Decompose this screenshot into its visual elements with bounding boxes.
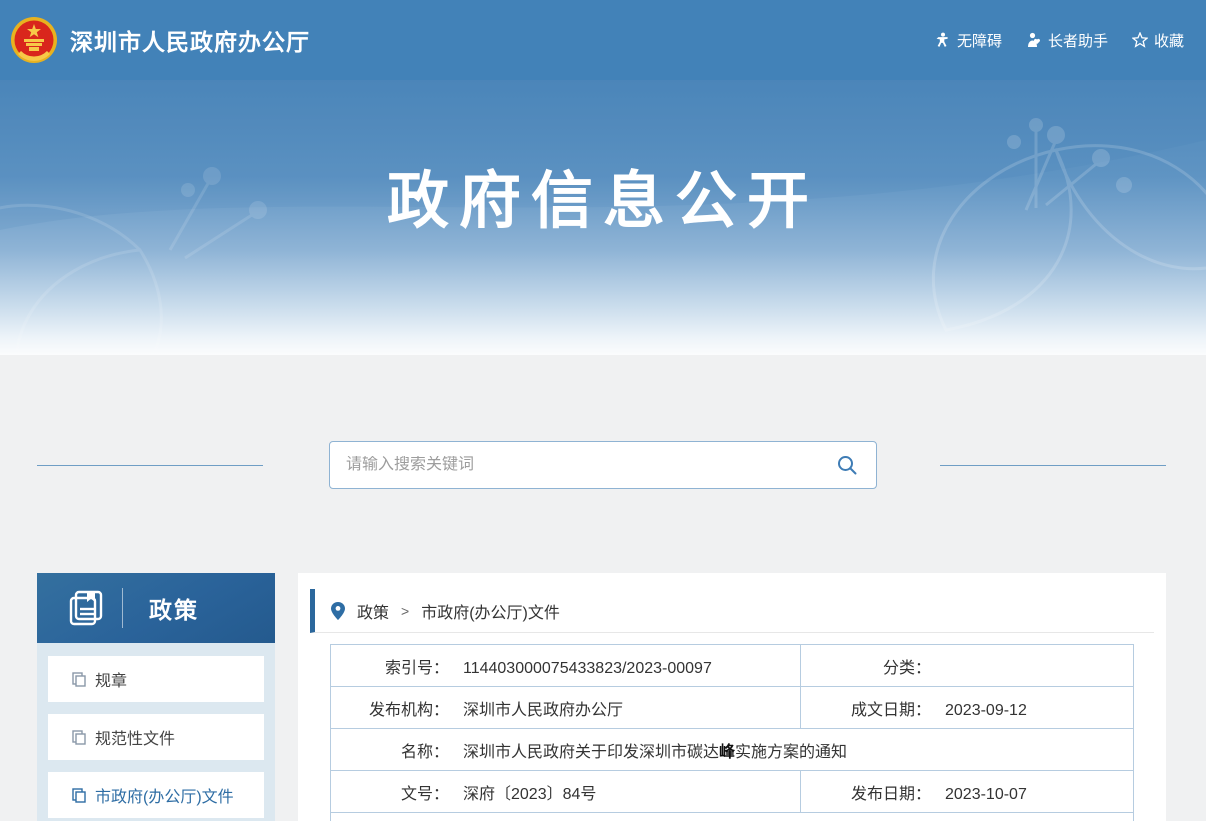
favorite-link-label: 收藏	[1154, 30, 1184, 51]
search-icon	[836, 454, 858, 476]
sidebar-item-normative-documents[interactable]: 规范性文件	[48, 714, 264, 760]
search-button[interactable]	[834, 452, 860, 478]
site-title: 深圳市人民政府办公厅	[70, 23, 310, 57]
document-panel: 政策 > 市政府(办公厅)文件 索引号： 114403000075433823/2…	[298, 573, 1166, 821]
sidebar-menu: 规章 规范性文件 市政府(办公厅)文件	[37, 643, 275, 821]
elder-assistant-icon	[1026, 32, 1042, 48]
sidebar: 政策 规章 规范性文件	[37, 573, 275, 821]
document-metadata-table-wrap: 索引号： 114403000075433823/2023-00097 分类： 发布…	[330, 644, 1134, 821]
date-written-label: 成文日期：	[801, 696, 931, 720]
decorative-line-right	[940, 465, 1166, 466]
table-row: 索引号： 114403000075433823/2023-00097 分类：	[331, 645, 1134, 687]
document-name-cell: 名称： 深圳市人民政府关于印发深圳市碳达峰实施方案的通知	[331, 729, 1134, 771]
table-row: 名称： 深圳市人民政府关于印发深圳市碳达峰实施方案的通知	[331, 729, 1134, 771]
category-cell: 分类：	[801, 645, 1134, 687]
document-icon	[72, 672, 87, 687]
document-number-value: 深府〔2023〕84号	[463, 786, 596, 803]
accessibility-link[interactable]: 无障碍	[935, 30, 1002, 51]
decorative-line-left	[37, 465, 263, 466]
star-icon	[1132, 32, 1148, 48]
breadcrumb: 政策 > 市政府(办公厅)文件	[310, 589, 1154, 633]
breadcrumb-item-policy[interactable]: 政策	[357, 599, 389, 623]
accessibility-icon	[935, 32, 951, 48]
page: 深圳市人民政府办公厅 无障碍 长者助手	[0, 0, 1206, 821]
document-name-label: 名称：	[331, 738, 449, 762]
highlighted-keyword: 峰	[719, 744, 735, 761]
date-published-cell: 发布日期： 2023-10-07	[801, 771, 1134, 813]
document-icon	[72, 788, 87, 803]
sidebar-title: 政策	[149, 591, 199, 625]
issuing-agency-value: 深圳市人民政府办公厅	[463, 702, 623, 719]
issuing-agency-label: 发布机构：	[331, 696, 449, 720]
document-number-cell: 文号： 深府〔2023〕84号	[331, 771, 801, 813]
page-title: 政府信息公开	[0, 80, 1206, 240]
sidebar-item-label: 规范性文件	[95, 725, 175, 749]
sidebar-header-divider	[122, 588, 123, 628]
clipped-row-cell	[331, 813, 1134, 821]
issuing-agency-cell: 发布机构： 深圳市人民政府办公厅	[331, 687, 801, 729]
sidebar-item-regulations[interactable]: 规章	[48, 656, 264, 702]
category-label: 分类：	[801, 654, 931, 678]
document-name-value: 深圳市人民政府关于印发深圳市碳达峰实施方案的通知	[463, 744, 847, 761]
table-row	[331, 813, 1134, 821]
policy-book-icon	[67, 589, 105, 627]
date-published-value: 2023-10-07	[945, 786, 1027, 803]
document-number-label: 文号：	[331, 780, 449, 804]
search-input[interactable]	[346, 456, 834, 474]
document-icon	[72, 730, 87, 745]
table-row: 文号： 深府〔2023〕84号 发布日期： 2023-10-07	[331, 771, 1134, 813]
sidebar-item-municipal-government-documents[interactable]: 市政府(办公厅)文件	[48, 772, 264, 818]
main-content: 政策 规章 规范性文件	[0, 573, 1206, 821]
index-number-cell: 索引号： 114403000075433823/2023-00097	[331, 645, 801, 687]
document-metadata-table: 索引号： 114403000075433823/2023-00097 分类： 发布…	[330, 644, 1134, 821]
top-header-bar: 深圳市人民政府办公厅 无障碍 长者助手	[0, 0, 1206, 80]
accessibility-link-label: 无障碍	[957, 30, 1002, 51]
breadcrumb-separator: >	[401, 603, 409, 619]
sidebar-item-label: 规章	[95, 667, 127, 691]
top-utility-links: 无障碍 长者助手 收藏	[935, 30, 1184, 51]
search-box	[329, 441, 877, 489]
banner: 政府信息公开	[0, 80, 1206, 355]
index-number-value: 114403000075433823/2023-00097	[463, 660, 712, 677]
favorite-link[interactable]: 收藏	[1132, 30, 1184, 51]
date-written-value: 2023-09-12	[945, 702, 1027, 719]
location-pin-icon	[331, 602, 345, 620]
search-section	[0, 441, 1206, 489]
index-number-label: 索引号：	[331, 654, 449, 678]
elder-assistant-link[interactable]: 长者助手	[1026, 30, 1108, 51]
sidebar-item-label: 市政府(办公厅)文件	[95, 783, 234, 807]
sidebar-header: 政策	[37, 573, 275, 643]
table-row: 发布机构： 深圳市人民政府办公厅 成文日期： 2023-09-12	[331, 687, 1134, 729]
breadcrumb-item-current[interactable]: 市政府(办公厅)文件	[421, 599, 560, 623]
national-emblem-logo	[10, 16, 58, 64]
elder-assistant-link-label: 长者助手	[1048, 30, 1108, 51]
date-published-label: 发布日期：	[801, 780, 931, 804]
date-written-cell: 成文日期： 2023-09-12	[801, 687, 1134, 729]
